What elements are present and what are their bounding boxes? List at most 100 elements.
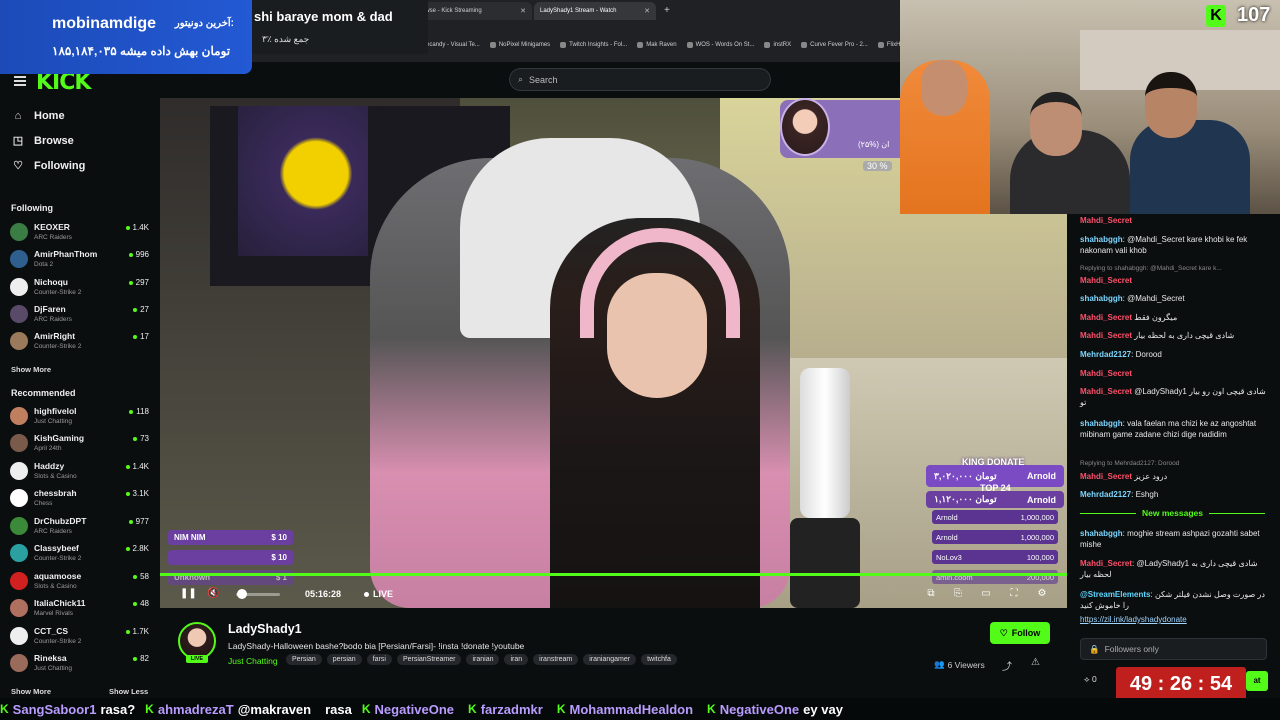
close-icon[interactable]: ✕ (644, 7, 650, 15)
sidebar-item-following[interactable]: ♡ Following (12, 160, 85, 172)
stream-title: LadyShady-Halloween bashe?bodo bia [Pers… (228, 641, 525, 651)
channel-item[interactable]: AmirRight Counter-Strike 2 17 (10, 329, 150, 355)
bookmark-item[interactable]: instRX (764, 42, 791, 48)
live-dot-icon (364, 591, 369, 597)
menu-icon[interactable] (14, 76, 26, 86)
share-icon[interactable]: ⤴ (1002, 658, 1012, 673)
viewer-count-value: 73 (140, 434, 149, 443)
chat-username[interactable]: Mahdi_Secret (1080, 387, 1132, 396)
tag[interactable]: PersianStreamer (396, 654, 462, 665)
goal-percent: ۳٪ جمع شده (262, 34, 310, 44)
tag[interactable]: persian (326, 654, 362, 665)
chat-points[interactable]: ⟡ 0 (1084, 674, 1097, 685)
settings-icon[interactable]: ⚙ (1036, 588, 1048, 600)
chat-username[interactable]: Mahdi_Secret (1080, 369, 1132, 378)
channel-item[interactable]: Classybeef Counter-Strike 2 2.8K (10, 541, 150, 567)
close-icon[interactable]: ✕ (520, 7, 526, 15)
follow-button[interactable]: ♡ Follow (990, 622, 1050, 644)
countdown-timer: 49 : 26 : 54 (1116, 667, 1246, 701)
tab-ladyshady[interactable]: LadyShady1 Stream - Watch ✕ (534, 2, 656, 20)
viewer-count: 1.4K (125, 223, 149, 232)
live-dot-icon (125, 225, 130, 230)
chat-message: shahabggh: @Mahdi_Secret (1080, 294, 1185, 303)
tag[interactable]: iranian (466, 654, 500, 665)
bookmark-item[interactable]: Twitch Insights - Fol... (560, 42, 627, 48)
chat-message: shahabggh: @Mahdi_Secret kare khobi ke f… (1080, 235, 1248, 255)
picture-in-picture-icon[interactable]: ⧉ (925, 588, 937, 600)
theater-mode-icon[interactable]: ▭ (980, 588, 992, 600)
channel-item[interactable]: AmirPhanThom Dota 2 996 (10, 247, 150, 273)
report-icon[interactable]: ⚠ (1031, 657, 1040, 668)
pause-icon[interactable]: ❚❚ (180, 588, 197, 600)
sidebar-item-home[interactable]: ⌂ Home (12, 110, 65, 122)
search-bar[interactable]: ⌕ (509, 68, 771, 91)
chat-send-button[interactable]: at (1246, 671, 1268, 691)
channel-item[interactable]: Haddzy Slots & Casino 1.4K (10, 459, 150, 485)
fullscreen-icon[interactable]: ⛶ (1008, 588, 1020, 600)
show-more-recommended[interactable]: Show More (11, 687, 51, 696)
bookmark-item[interactable]: WOS - Words On St... (686, 42, 755, 48)
tag[interactable]: iraniangamer (583, 654, 637, 665)
new-tab-button[interactable]: + (658, 2, 676, 20)
avatar (10, 332, 28, 350)
ticker-item: rasa (321, 702, 352, 717)
chat-username[interactable]: Mehrdad2127 (1080, 490, 1131, 499)
chat-username[interactable]: shahabggh (1080, 529, 1123, 538)
tag[interactable]: iran (504, 654, 529, 665)
channel-item[interactable]: chessbrah Chess 3.1K (10, 486, 150, 512)
chat-username[interactable]: Mahdi_Secret (1080, 216, 1132, 225)
live-progress-bar[interactable] (160, 573, 1067, 576)
chat-username[interactable]: shahabggh (1080, 419, 1123, 428)
tab-strip: Browse - Kick Streaming ✕ LadyShady1 Str… (410, 2, 676, 20)
tag[interactable]: farsi (366, 654, 392, 665)
chat-username[interactable]: shahabggh (1080, 294, 1123, 303)
channel-item[interactable]: DrChubzDPT ARC Raiders 977 (10, 514, 150, 540)
tag[interactable]: Persian (286, 654, 322, 665)
channel-item[interactable]: CCT_CS Counter-Strike 2 1.7K (10, 624, 150, 650)
chat-username[interactable]: Mahdi_Secret (1080, 472, 1132, 481)
show-less-recommended[interactable]: Show Less (109, 687, 148, 696)
mute-icon[interactable]: 🔇 (207, 588, 219, 600)
stream-category[interactable]: Just Chatting (228, 656, 278, 666)
compass-icon: ◳ (12, 135, 24, 147)
chat-username[interactable]: @StreamElements (1080, 590, 1151, 599)
show-more-following[interactable]: Show More (11, 365, 51, 374)
channel-item[interactable]: aquamoose Slots & Casino 58 (10, 569, 150, 595)
clip-icon[interactable]: ⎘ (952, 588, 964, 600)
channel-item[interactable]: Nichoqu Counter-Strike 2 297 (10, 275, 150, 301)
viewer-count-value: 48 (140, 599, 149, 608)
channel-item[interactable]: Rineksa Just Chatting 82 (10, 651, 150, 677)
chat-input[interactable]: 🔒 Followers only (1080, 638, 1267, 660)
channel-item[interactable]: highfivelol Just Chatting 118 (10, 404, 150, 430)
bookmark-label: WOS - Words On St... (695, 42, 755, 48)
channel-item[interactable]: ItaliaChick11 Marvel Rivals 48 (10, 596, 150, 622)
chat-link[interactable]: https://zil.ink/ladyshadydonate (1080, 615, 1187, 624)
bookmark-item[interactable]: Curve Fever Pro - 2... (801, 42, 868, 48)
bookmark-item[interactable]: NoPixel Minigames (489, 42, 550, 48)
chat-username[interactable]: Mahdi_Secret (1080, 331, 1132, 340)
new-messages-divider[interactable]: New messages (1080, 508, 1266, 518)
tag[interactable]: iranstream (533, 654, 579, 665)
channel-item[interactable]: DjFaren ARC Raiders 27 (10, 302, 150, 328)
volume-knob[interactable] (237, 589, 247, 599)
tab-browse[interactable]: Browse - Kick Streaming ✕ (410, 2, 532, 20)
stream-time: 05:16:28 (305, 589, 342, 599)
chat-username[interactable]: Mehrdad2127 (1080, 350, 1131, 359)
tag[interactable]: twitchfa (641, 654, 677, 665)
tip-amount: $ 10 (271, 553, 287, 562)
channel-name: KishGaming (34, 433, 85, 443)
viewer-count: 996 (128, 250, 149, 259)
channel-item[interactable]: KishGaming April 24th 73 (10, 431, 150, 457)
bookmark-item[interactable]: Mak Raven (637, 42, 677, 48)
streamer-name[interactable]: LadyShady1 (228, 622, 302, 636)
chat-message: Mahdi_Secret (1080, 215, 1270, 226)
viewer-count-value: 1.7K (132, 627, 149, 636)
top-donate-name: Arnold (1027, 494, 1056, 505)
chat-username[interactable]: Mahdi_Secret (1080, 276, 1132, 285)
chat-username[interactable]: Mahdi_Secret (1080, 313, 1132, 322)
chat-username[interactable]: shahabggh (1080, 235, 1123, 244)
channel-item[interactable]: KEOXER ARC Raiders 1.4K (10, 220, 150, 246)
sidebar-item-browse[interactable]: ◳ Browse (12, 135, 74, 147)
chat-username[interactable]: Mahdi_Secret (1080, 559, 1132, 568)
search-input[interactable] (529, 74, 750, 85)
